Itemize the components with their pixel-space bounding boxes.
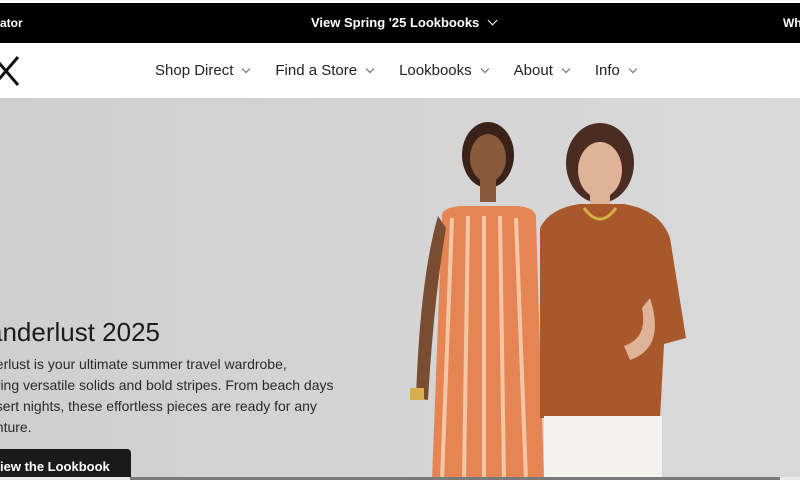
nav-lookbooks[interactable]: Lookbooks [399,62,489,79]
nav-info-label: Info [594,62,620,79]
announcement-right-link[interactable]: Wh [783,16,800,30]
main-nav: Shop Direct Find a Store Lookbooks About… [155,62,662,79]
hero-description-line: uring versatile solids and bold stripes.… [0,377,334,393]
brand-logo-icon[interactable] [0,53,22,89]
nav-find-a-store[interactable]: Find a Store [275,62,375,79]
chevron-down-icon [480,64,489,74]
announcement-bar: ator View Spring '25 Lookbooks Wh [0,3,800,43]
nav-info[interactable]: Info [594,62,638,79]
hero-banner: anderlust 2025 derlust is your ultimate … [0,98,800,480]
view-lookbook-button[interactable]: iew the Lookbook [0,449,131,480]
chevron-down-icon [365,64,375,74]
hero-description-line: esert nights, these effortless pieces ar… [0,398,317,414]
announcement-lookbooks-dropdown[interactable]: View Spring '25 Lookbooks [311,15,498,30]
hero-description: derlust is your ultimate summer travel w… [0,354,368,438]
nav-shop-direct[interactable]: Shop Direct [155,62,251,79]
hero-models-image [410,122,686,480]
chevron-down-icon [487,15,498,26]
chevron-down-icon [242,64,251,74]
nav-lookbooks-label: Lookbooks [399,62,472,79]
hero-description-line: enture. [0,419,32,435]
announcement-center-label: View Spring '25 Lookbooks [311,15,480,30]
site-header: Shop Direct Find a Store Lookbooks About… [0,43,800,98]
nav-about[interactable]: About [513,62,571,79]
chevron-down-icon [561,64,571,74]
nav-about-label: About [513,62,553,79]
nav-find-a-store-label: Find a Store [275,62,358,79]
hero-title: anderlust 2025 [0,317,161,347]
announcement-left-link[interactable]: ator [0,16,23,30]
nav-shop-direct-label: Shop Direct [155,62,234,79]
hero-description-line: derlust is your ultimate summer travel w… [0,356,287,372]
chevron-down-icon [628,64,638,74]
